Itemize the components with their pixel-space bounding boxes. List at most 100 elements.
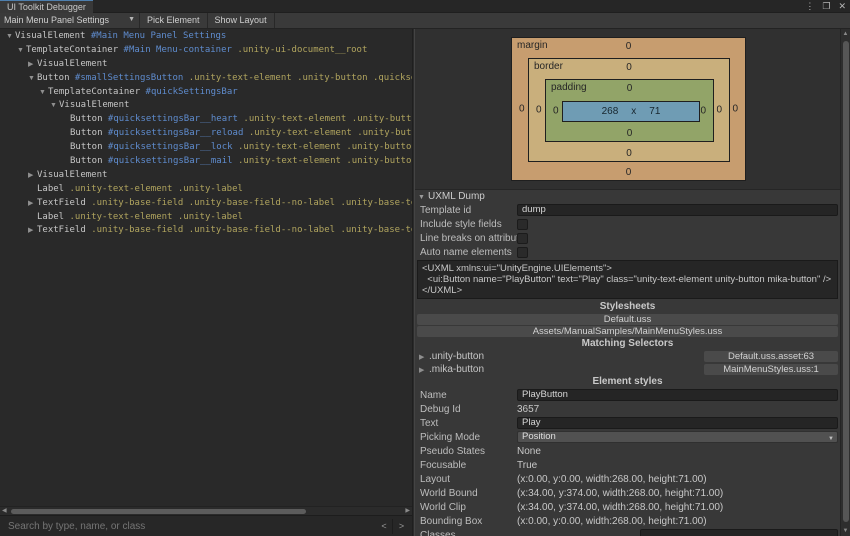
uxml-option-row: Include style fields [415, 217, 840, 231]
tree-element-classes: .unity-ui-document__root [232, 45, 367, 55]
checkbox[interactable] [517, 219, 528, 230]
selector-source-button[interactable]: Default.uss.asset:63 [704, 351, 838, 362]
matching-selectors-header: Matching Selectors [415, 338, 840, 350]
tree-row[interactable]: Label .unity-text-element .unity-label [0, 211, 412, 225]
tree-element-type: Button [37, 73, 70, 83]
search-next-button[interactable]: > [393, 519, 410, 534]
expand-arrow-icon[interactable]: ▶ [28, 169, 37, 183]
tree-row[interactable]: Button #quicksettingsBar__mail .unity-te… [0, 155, 412, 169]
tree-row[interactable]: ▶VisualElement [0, 169, 412, 183]
tree-element-type: Label [37, 184, 64, 194]
template-id-field[interactable]: dump [517, 204, 838, 216]
tree-row[interactable]: Button #quicksettingsBar__reload .unity-… [0, 127, 412, 141]
expand-arrow-icon[interactable]: ▶ [28, 224, 37, 238]
tree-element-classes: .unity-text-element .unity-button [243, 128, 412, 138]
expand-arrow-icon[interactable]: ▶ [419, 353, 429, 361]
panel-context-label: Main Menu Panel Settings [4, 15, 109, 25]
template-id-row: Template id dump [415, 203, 840, 217]
element-style-label: Name [415, 390, 517, 401]
padding-bottom-value: 0 [546, 128, 713, 139]
tree-element-classes: .unity-text-element .unity-button .quick… [183, 73, 412, 83]
margin-right-value: 0 [732, 104, 738, 115]
element-style-field[interactable]: Play [517, 417, 838, 429]
tree-element-name: #Main Menu-container [118, 45, 232, 55]
element-style-value: True [517, 460, 537, 471]
tree-row[interactable]: ▼TemplateContainer #Main Menu-container … [0, 44, 412, 58]
uxml-code-block: <UXML xmlns:ui="UnityEngine.UIElements">… [417, 260, 838, 299]
box-model-padding: padding 0 0 0 0 268 x 71 [545, 79, 714, 142]
pick-element-button[interactable]: Pick Element [140, 13, 208, 28]
maximize-icon[interactable]: ❐ [822, 0, 830, 13]
matching-selector-row: ▶.mika-buttonMainMenuStyles.uss:1 [415, 363, 840, 376]
stylesheet-button[interactable]: Default.uss [417, 314, 838, 325]
window-title: UI Toolkit Debugger [7, 2, 86, 12]
search-prev-button[interactable]: < [376, 519, 393, 534]
debugger-toolbar: Main Menu Panel Settings ▼ Pick Element … [0, 13, 850, 29]
element-style-label: Debug Id [415, 404, 517, 415]
element-style-value: (x:34.00, y:374.00, width:268.00, height… [517, 502, 723, 513]
selector-source-button[interactable]: MainMenuStyles.uss:1 [704, 364, 838, 375]
tree-element-type: VisualElement [37, 170, 107, 180]
uxml-option-row: Line breaks on attributes [415, 231, 840, 245]
selector-label: .unity-button [429, 351, 484, 362]
checkbox[interactable] [517, 233, 528, 244]
expand-arrow-icon[interactable]: ▶ [28, 58, 37, 72]
element-style-field[interactable] [640, 529, 838, 536]
tree-element-name: #quicksettingsBar__heart [103, 114, 238, 124]
vertical-scroll-thumb[interactable] [843, 41, 849, 522]
collapse-arrow-icon[interactable]: ▼ [39, 86, 48, 100]
content-width-value: 268 [602, 106, 619, 117]
expand-arrow-icon[interactable]: ▶ [28, 197, 37, 211]
selector-name: ▶.mika-button [415, 364, 704, 375]
details-vertical-scrollbar[interactable]: ▲ ▼ [840, 29, 850, 536]
tree-element-classes: .unity-text-element .unity-label [64, 184, 243, 194]
tree-element-name: #smallSettingsButton [70, 73, 184, 83]
tree-row[interactable]: Button #quicksettingsBar__heart .unity-t… [0, 113, 412, 127]
scroll-down-arrow-icon[interactable]: ▼ [841, 528, 850, 534]
tree-row[interactable]: Label .unity-text-element .unity-label [0, 183, 412, 197]
element-style-label: Pseudo States [415, 446, 517, 457]
collapse-arrow-icon[interactable]: ▼ [6, 30, 15, 44]
tree-element-name: #quicksettingsBar__lock [103, 142, 233, 152]
tree-horizontal-scrollbar[interactable]: ◀ ▶ [0, 506, 412, 515]
search-input[interactable] [0, 516, 370, 536]
element-style-value: None [517, 446, 541, 457]
tree-row[interactable]: ▼TemplateContainer #quickSettingsBar [0, 86, 412, 100]
tree-row[interactable]: ▼Button #smallSettingsButton .unity-text… [0, 72, 412, 86]
tree-search-bar: < > [0, 515, 412, 536]
tree-row[interactable]: ▶VisualElement [0, 58, 412, 72]
tree-row[interactable]: ▶TextField .unity-base-field .unity-base… [0, 224, 412, 238]
element-style-label: Classes [415, 530, 517, 536]
uxml-dump-foldout[interactable]: ▼UXML Dump [415, 190, 840, 203]
tree-element-type: Label [37, 212, 64, 222]
collapse-arrow-icon[interactable]: ▼ [50, 99, 59, 113]
element-style-field[interactable]: PlayButton [517, 389, 838, 401]
show-layout-button[interactable]: Show Layout [208, 13, 275, 28]
checkbox[interactable] [517, 247, 528, 258]
element-style-row: Bounding Box(x:0.00, y:0.00, width:268.0… [415, 514, 840, 528]
tree-element-classes: .unity-text-element .unity-button . [233, 142, 412, 152]
expand-arrow-icon[interactable]: ▶ [419, 366, 429, 374]
tree-row[interactable]: ▼VisualElement [0, 99, 412, 113]
tree-row[interactable]: Button #quicksettingsBar__lock .unity-te… [0, 141, 412, 155]
element-style-rows: NamePlayButtonDebug Id3657TextPlayPickin… [415, 388, 840, 536]
close-icon[interactable]: ✕ [838, 0, 846, 13]
collapse-arrow-icon[interactable]: ▼ [418, 191, 428, 204]
element-tree: ▼VisualElement #Main Menu Panel Settings… [0, 29, 412, 506]
tree-element-type: Button [70, 114, 103, 124]
collapse-arrow-icon[interactable]: ▼ [17, 44, 26, 58]
horizontal-scroll-thumb[interactable] [11, 509, 306, 514]
window-tab[interactable]: UI Toolkit Debugger [0, 0, 93, 13]
scroll-up-arrow-icon[interactable]: ▲ [841, 31, 850, 37]
dropdown-value: Position [522, 431, 556, 442]
tree-row[interactable]: ▼VisualElement #Main Menu Panel Settings [0, 30, 412, 44]
panel-context-dropdown[interactable]: Main Menu Panel Settings ▼ [0, 13, 140, 28]
selector-label: .mika-button [429, 364, 484, 375]
tree-row[interactable]: ▶TextField .unity-base-field .unity-base… [0, 197, 412, 211]
collapse-arrow-icon[interactable]: ▼ [28, 72, 37, 86]
tree-element-classes: .unity-text-element .unity-button . [233, 156, 412, 166]
menu-dots-icon[interactable]: ⋮ [805, 0, 814, 13]
picking-mode-dropdown[interactable]: Position▼ [517, 431, 838, 443]
stylesheet-button[interactable]: Assets/ManualSamples/MainMenuStyles.uss [417, 326, 838, 337]
selector-name: ▶.unity-button [415, 351, 704, 362]
